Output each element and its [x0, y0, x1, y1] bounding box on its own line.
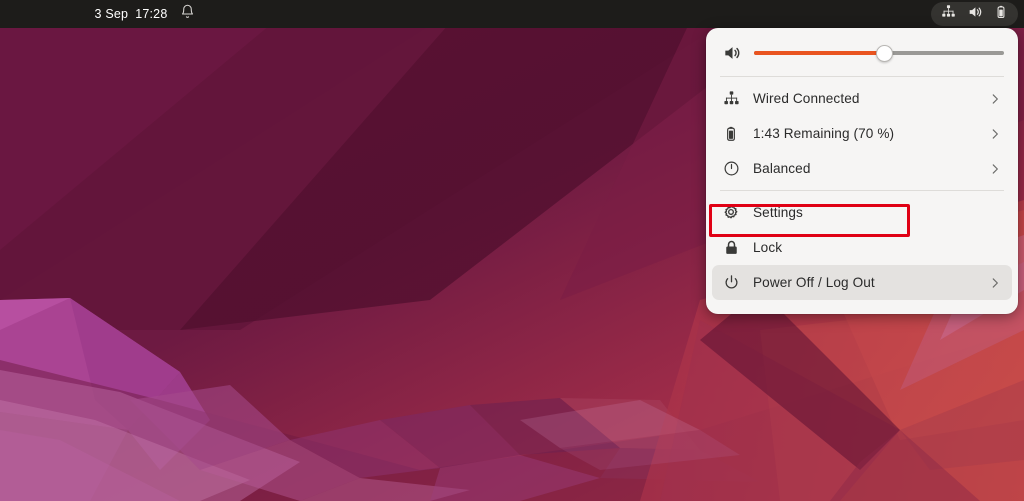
system-menu-panel: Wired Connected 1:43 Remaining (70 %) Ba… — [706, 28, 1018, 314]
volume-icon — [967, 4, 983, 25]
menu-separator-bottom — [720, 190, 1004, 191]
system-status-area[interactable] — [931, 2, 1018, 26]
slider-fill — [754, 51, 884, 55]
chevron-right-icon — [988, 276, 1002, 290]
menu-item-label: Settings — [753, 205, 803, 220]
volume-slider-row — [706, 34, 1018, 72]
power-icon — [722, 274, 740, 292]
battery-icon — [994, 5, 1008, 24]
chevron-right-icon — [988, 162, 1002, 176]
menu-item-wired-connected[interactable]: Wired Connected — [712, 81, 1012, 116]
chevron-right-icon — [988, 92, 1002, 106]
gear-icon — [722, 204, 740, 222]
menu-item-label: Lock — [753, 240, 783, 255]
menu-item-power-profile[interactable]: Balanced — [712, 151, 1012, 186]
clock-time: 17:28 — [135, 7, 168, 21]
network-wired-icon — [722, 90, 740, 108]
top-bar: 3 Sep 17:28 — [0, 0, 1024, 28]
lock-icon — [722, 239, 740, 257]
menu-item-label: Balanced — [753, 161, 811, 176]
menu-item-power-off-log-out[interactable]: Power Off / Log Out — [712, 265, 1012, 300]
bell-icon — [180, 4, 195, 24]
menu-item-label: 1:43 Remaining (70 %) — [753, 126, 895, 141]
top-bar-center: 3 Sep 17:28 — [0, 0, 1024, 28]
clock-date: 3 Sep — [94, 7, 129, 21]
menu-item-lock[interactable]: Lock — [712, 230, 1012, 265]
clock: 3 Sep 17:28 — [95, 7, 168, 21]
menu-item-label: Wired Connected — [753, 91, 860, 106]
clock-menu-button[interactable]: 3 Sep 17:28 — [87, 2, 204, 26]
battery-icon — [722, 125, 740, 143]
wired-network-icon — [941, 4, 956, 24]
menu-separator-top — [720, 76, 1004, 77]
menu-item-battery-status[interactable]: 1:43 Remaining (70 %) — [712, 116, 1012, 151]
chevron-right-icon — [988, 127, 1002, 141]
power-profile-balanced-icon — [722, 160, 740, 178]
menu-item-settings[interactable]: Settings — [712, 195, 1012, 230]
desktop-screen: 3 Sep 17:28 Wired Connected 1:43 Remaini… — [0, 0, 1024, 501]
menu-item-label: Power Off / Log Out — [753, 275, 875, 290]
volume-icon[interactable] — [722, 43, 742, 63]
slider-thumb[interactable] — [875, 44, 893, 62]
volume-slider[interactable] — [754, 43, 1004, 63]
